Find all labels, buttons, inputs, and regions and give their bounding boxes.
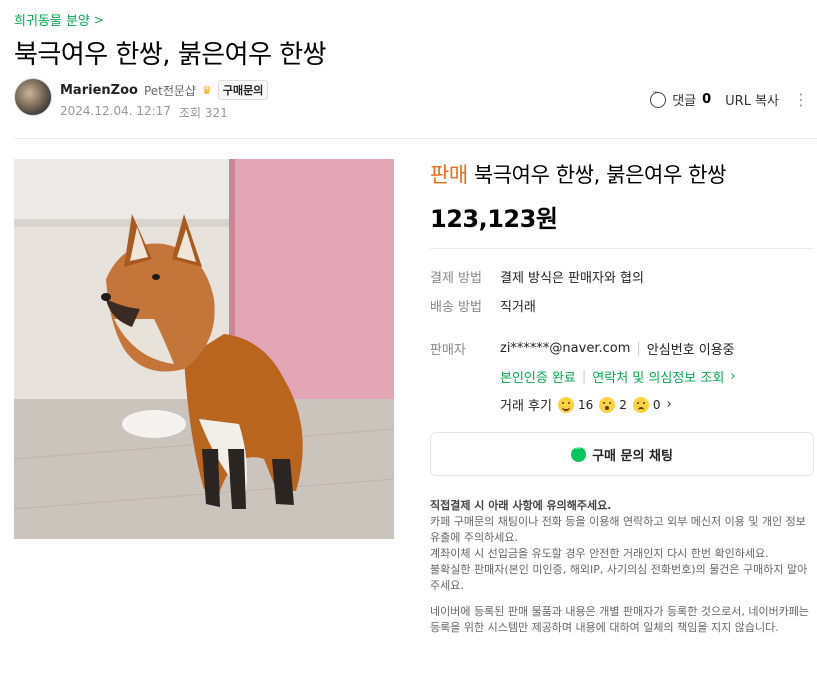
breadcrumb-label[interactable]: 희귀동물 분양 [14,10,90,29]
seller-info: zi******@naver.com | 안심번호 이용중 본인인증 완료 | … [500,339,736,414]
seller-row: 판매자 zi******@naver.com | 안심번호 이용중 본인인증 완… [430,339,814,414]
notice-line: 계좌이체 시 선입금을 유도할 경우 안전한 거래인지 다시 한번 확인하세요. [430,547,769,560]
payment-label: 결제 방법 [430,271,482,286]
views-label: 조회 [178,106,202,120]
fox-photo-illustration [14,159,394,539]
author-name[interactable]: MarienZoo [60,83,138,98]
author-rank: Pet전문샵 [143,83,196,98]
happy-face-icon [557,396,574,413]
listing-panel: 판매 북극여우 한쌍, 붉은여우 한쌍 123,123원 결제 방법 결제 방식은… [430,159,814,636]
chevron-right-icon: › [666,397,672,412]
notice-heading: 직접결제 시 아래 사항에 유의해주세요. [430,499,612,512]
comment-count: 0 [702,92,712,107]
verified-badge: 본인인증 완료 [500,371,576,386]
header-divider [14,138,817,139]
delivery-value: 직거래 [500,300,536,315]
sale-status-badge: 판매 [430,163,468,187]
review-bad-count: 0 [652,397,661,412]
separator: | [581,369,587,384]
more-vertical-icon[interactable]: ⋮ [793,91,809,108]
price: 123,123원 [430,205,558,233]
inquiry-badge[interactable]: 구매문의 [217,80,269,100]
views-text: 조회 321 [179,104,228,121]
notice-disclaimer: 네이버에 등록된 판매 물품과 내용은 개별 판매자가 등록한 것으로서, 네이… [430,605,810,634]
review-bad: 0 [632,396,661,413]
contact-check-link[interactable]: 연락처 및 의심정보 조회 [592,367,724,386]
chat-icon [571,444,587,462]
comment-button[interactable]: 댓글 0 [650,88,712,109]
review-neutral-count: 2 [619,397,627,412]
chevron-right-icon: > [93,12,104,27]
payment-row: 결제 방법 결제 방식은 판매자와 협의 [430,267,814,286]
post-date: 2024.12.04. 12:17 [60,104,171,118]
crown-icon: ♛ [201,83,212,97]
notice-line: 불확실한 판매자(본인 미인증, 해외IP, 사기의심 전화번호)의 물건은 구… [430,563,808,592]
seller-label: 판매자 [430,343,466,358]
comment-icon [650,88,667,108]
avatar[interactable] [14,78,52,116]
verification-line: 본인인증 완료 | 연락처 및 의심정보 조회 › [500,367,736,386]
review-line[interactable]: 거래 후기 16 2 0 › [500,395,736,414]
payment-value: 결제 방식은 판매자와 협의 [500,271,644,286]
notice-line: 카페 구매문의 채팅이나 전화 등을 이용해 연락하고 외부 메신저 이용 및 … [430,515,806,544]
comment-label: 댓글 [672,94,697,109]
purchase-chat-button[interactable]: 구매 문의 채팅 [430,432,814,476]
breadcrumb[interactable]: 희귀동물 분양 > [14,10,104,30]
listing-title-text: 북극여우 한쌍, 붉은여우 한쌍 [473,163,727,187]
notice-gap [430,594,814,604]
review-neutral: 2 [599,396,627,413]
chevron-right-icon: › [730,369,736,384]
review-good: 16 [557,396,594,413]
review-label: 거래 후기 [500,399,552,414]
post-meta: 2024.12.04. 12:17 조회 321 [60,104,228,121]
author-line: MarienZoo Pet전문샵 ♛ 구매문의 [60,80,269,100]
delivery-row: 배송 방법 직거래 [430,296,814,315]
delivery-label: 배송 방법 [430,300,482,315]
url-copy-button[interactable]: URL 복사 [725,90,779,109]
seller-contact-line: zi******@naver.com | 안심번호 이용중 [500,339,736,358]
post-actions: 댓글 0 URL 복사 ⋮ [650,88,809,109]
seller-block: 판매자 zi******@naver.com | 안심번호 이용중 본인인증 완… [430,339,814,414]
chat-button-label: 구매 문의 채팅 [592,448,673,464]
page: 희귀동물 분양 > 북극여우 한쌍, 붉은여우 한쌍 MarienZoo Pet… [0,0,817,690]
price-divider [430,248,814,249]
review-good-count: 16 [577,397,594,412]
safe-number: 안심번호 이용중 [646,343,735,358]
post-title: 북극여우 한쌍, 붉은여우 한쌍 [14,40,327,70]
separator: | [636,341,641,356]
notice-block: 직접결제 시 아래 사항에 유의해주세요. 카페 구매문의 채팅이나 전화 등을… [430,498,814,636]
seller-email: zi******@naver.com [500,341,631,356]
listing-title: 판매 북극여우 한쌍, 붉은여우 한쌍 [430,159,814,189]
views-count: 321 [204,106,228,120]
sad-face-icon [632,396,649,413]
neutral-face-icon [599,396,616,413]
product-photo[interactable] [14,159,394,539]
